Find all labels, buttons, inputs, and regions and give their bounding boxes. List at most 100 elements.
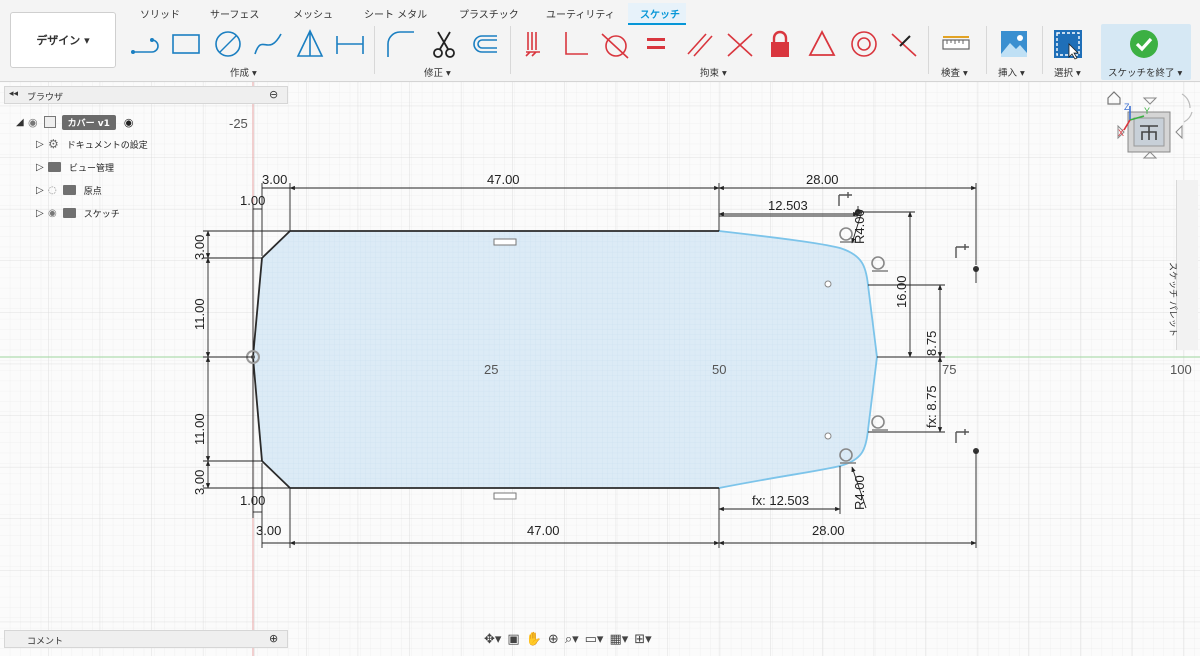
- dimension-text[interactable]: 8.75: [924, 331, 939, 356]
- expand-triangle-icon[interactable]: ▷: [36, 185, 48, 196]
- circle-tool-icon[interactable]: [212, 28, 244, 60]
- tab-sketch[interactable]: スケッチ: [640, 6, 680, 21]
- dimension-text[interactable]: 16.00: [894, 275, 909, 308]
- horizontal-constraint-icon[interactable]: [493, 238, 517, 246]
- tangent-constraint-icon[interactable]: [600, 28, 632, 60]
- sketch-drawing[interactable]: -25 25 50 75 100 3.00 1.00 47.00 28.00 1…: [0, 82, 1200, 656]
- browser-item-sketches[interactable]: ▷ ◉ スケッチ: [36, 204, 120, 222]
- expand-triangle-icon[interactable]: ◢: [16, 117, 28, 128]
- viewcube[interactable]: Z Y X: [1104, 86, 1198, 172]
- tab-surface[interactable]: サーフェス: [210, 6, 259, 21]
- horizontal-constraint-icon[interactable]: [493, 492, 517, 500]
- viewports-icon[interactable]: ⊞▾: [634, 632, 651, 647]
- modify-group-label[interactable]: 修正 ▾: [424, 65, 451, 79]
- measure-ruler-icon[interactable]: [940, 28, 972, 60]
- collapse-panel-icon[interactable]: ◂◂: [9, 89, 18, 99]
- midpoint-constraint-icon[interactable]: [888, 28, 920, 60]
- add-comment-icon[interactable]: ⊕: [269, 632, 278, 645]
- sketch-point[interactable]: [824, 432, 832, 440]
- dimension-text[interactable]: R4.00: [852, 475, 867, 510]
- browser-item-document-settings[interactable]: ▷ ⚙ ドキュメントの設定: [36, 135, 148, 153]
- lock-constraint-icon[interactable]: [764, 28, 796, 60]
- component-icon: [43, 116, 56, 128]
- offset-tool-icon[interactable]: [468, 28, 500, 60]
- tab-sheet-metal[interactable]: シート メタル: [364, 6, 427, 21]
- dimension-text[interactable]: 12.503: [768, 198, 808, 213]
- dimension-tool-icon[interactable]: [334, 28, 366, 60]
- create-group-label[interactable]: 作成 ▾: [230, 65, 257, 79]
- expand-triangle-icon[interactable]: ▷: [36, 139, 48, 150]
- inspect-group-label[interactable]: 検査 ▾: [941, 65, 968, 79]
- rectangle-tool-icon[interactable]: [170, 28, 202, 60]
- profile-fine-grid: [253, 231, 877, 488]
- dimension-text[interactable]: 3.00: [262, 172, 287, 187]
- finish-sketch-check-icon[interactable]: [1128, 28, 1160, 60]
- dimension-text[interactable]: 47.00: [527, 523, 560, 538]
- activate-radio-icon[interactable]: ◉: [124, 116, 134, 129]
- grid-settings-icon[interactable]: ▦▾: [609, 632, 628, 647]
- equal-constraint-icon[interactable]: [640, 28, 672, 60]
- sketch-point[interactable]: [824, 280, 832, 288]
- perpendicular-constraint-icon[interactable]: [560, 28, 592, 60]
- dimension-text[interactable]: 1.00: [240, 493, 265, 508]
- dimension-text[interactable]: 47.00: [487, 172, 520, 187]
- separator: [510, 26, 511, 74]
- triangle-tool-icon[interactable]: [294, 28, 326, 60]
- browser-panel-header[interactable]: ◂◂ ブラウザ ⊖: [4, 86, 288, 104]
- parallel-constraint-icon[interactable]: [684, 28, 716, 60]
- dimension-text[interactable]: 1.00: [240, 193, 265, 208]
- expand-triangle-icon[interactable]: ▷: [36, 162, 48, 173]
- tab-plastic[interactable]: プラスチック: [459, 6, 519, 21]
- constraints-group-label[interactable]: 拘束 ▾: [700, 65, 727, 79]
- comments-panel[interactable]: コメント ⊕: [4, 630, 288, 648]
- display-settings-icon[interactable]: ▭▾: [585, 632, 604, 647]
- visibility-eye-icon[interactable]: ◉: [28, 116, 38, 129]
- fit-zoom-icon[interactable]: ⌕▾: [565, 632, 579, 647]
- expand-triangle-icon[interactable]: ▷: [36, 208, 48, 219]
- sketch-palette-label[interactable]: スケッチ パレット: [1167, 262, 1180, 337]
- browser-item-label: スケッチ: [83, 209, 120, 220]
- symmetry-constraint-icon[interactable]: [806, 28, 838, 60]
- zoom-icon[interactable]: ⊕: [548, 632, 559, 647]
- tab-solid[interactable]: ソリッド: [140, 6, 180, 21]
- tab-utility[interactable]: ユーティリティ: [546, 6, 615, 21]
- coincident-constraint-icon[interactable]: [724, 28, 756, 60]
- dimension-text[interactable]: 28.00: [806, 172, 839, 187]
- insert-image-icon[interactable]: [998, 28, 1030, 60]
- dimension-text[interactable]: 11.00: [192, 298, 207, 330]
- line-tool-icon[interactable]: [130, 28, 162, 60]
- visibility-eye-icon[interactable]: ◉: [48, 208, 57, 219]
- select-group-label[interactable]: 選択 ▾: [1054, 65, 1081, 79]
- orbit-icon[interactable]: ✥▾: [484, 632, 501, 647]
- dimension-text[interactable]: R4.00: [852, 209, 867, 244]
- workspace-switcher-button[interactable]: デザイン ▾: [10, 12, 116, 68]
- select-tool-icon[interactable]: [1052, 28, 1084, 60]
- root-component-label[interactable]: カバー v1: [61, 114, 116, 130]
- separator: [928, 26, 929, 74]
- spline-tool-icon[interactable]: [252, 28, 284, 60]
- fillet-tool-icon[interactable]: [385, 28, 417, 60]
- minus-circle-icon[interactable]: ⊖: [269, 88, 278, 101]
- fix-constraint-icon[interactable]: [522, 28, 554, 60]
- dimension-text[interactable]: 3.00: [256, 523, 281, 538]
- dimension-text[interactable]: fx: 12.503: [752, 493, 809, 508]
- dimension-text[interactable]: 3.00: [192, 235, 207, 260]
- browser-item-origin[interactable]: ▷ ◌ 原点: [36, 181, 102, 199]
- finish-sketch-label[interactable]: スケッチを終了 ▾: [1108, 65, 1182, 79]
- pan-hand-icon[interactable]: ✋: [526, 632, 542, 647]
- insert-group-label[interactable]: 挿入 ▾: [998, 65, 1025, 79]
- concentric-constraint-icon[interactable]: [848, 28, 880, 60]
- visibility-eye-icon[interactable]: ◌: [48, 185, 57, 196]
- browser-root-row[interactable]: ◢ ◉ カバー v1 ◉: [16, 113, 133, 131]
- tab-mesh[interactable]: メッシュ: [293, 6, 333, 21]
- separator: [374, 26, 375, 74]
- dimension-text[interactable]: 28.00: [812, 523, 845, 538]
- dimension-text[interactable]: fx: 8.75: [924, 385, 939, 428]
- sketch-canvas[interactable]: -25 25 50 75 100 3.00 1.00 47.00 28.00 1…: [0, 82, 1200, 656]
- look-at-icon[interactable]: ▣: [507, 632, 519, 647]
- dimension-text[interactable]: 3.00: [192, 470, 207, 495]
- dimension-text[interactable]: 11.00: [192, 413, 207, 445]
- trim-scissors-icon[interactable]: [428, 28, 460, 60]
- browser-item-named-views[interactable]: ▷ ビュー管理: [36, 158, 114, 176]
- separator: [1042, 26, 1043, 74]
